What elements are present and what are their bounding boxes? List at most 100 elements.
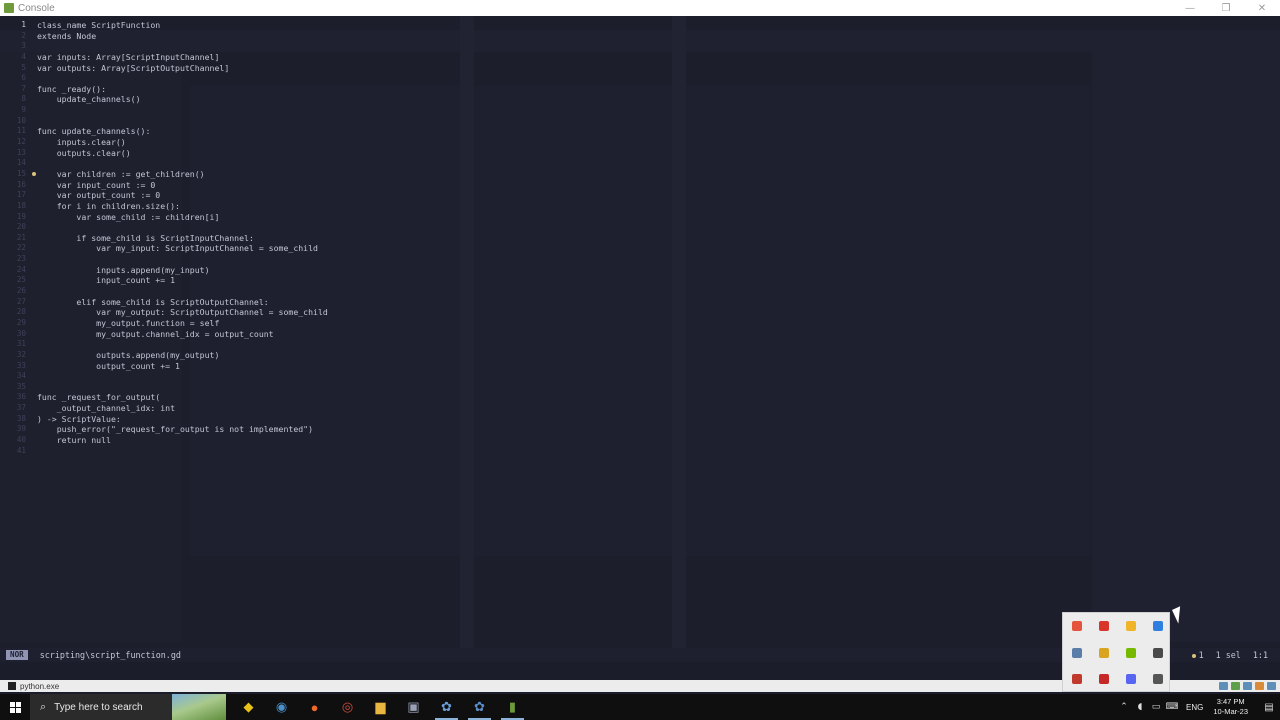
console-icon[interactable]: ▮ — [496, 694, 529, 720]
code-line[interactable]: 17 var output_count := 0 — [0, 190, 460, 201]
code-line[interactable]: 19 var some_child := children[i] — [0, 212, 460, 223]
taskbar-search[interactable]: ⌕ Type here to search — [30, 694, 226, 720]
code-line[interactable]: 13 outputs.clear() — [0, 148, 460, 159]
code-line[interactable]: 32 outputs.append(my_output) — [0, 350, 460, 361]
code-line[interactable]: 27 elif some_child is ScriptOutputChanne… — [0, 297, 460, 308]
code-line[interactable]: 20 — [0, 222, 460, 233]
code-line[interactable]: 16 var input_count := 0 — [0, 180, 460, 191]
code-line[interactable]: 39 push_error("_request_for_output is no… — [0, 424, 460, 435]
line-number: 7 — [21, 83, 26, 93]
close-button[interactable]: ✕ — [1244, 0, 1280, 16]
tray-mini-icon — [1243, 682, 1252, 690]
code-line[interactable]: 38) -> ScriptValue: — [0, 414, 460, 425]
network-drive-icon[interactable] — [1063, 640, 1090, 667]
settings-tray-icon[interactable] — [1144, 666, 1171, 693]
code-line[interactable]: 30 my_output.channel_idx = output_count — [0, 329, 460, 340]
keyboard-icon[interactable]: ⌨ — [1164, 702, 1180, 712]
code-line[interactable]: 1 class_name ScriptFunction — [0, 20, 460, 31]
volume-icon[interactable]: ◖ — [1132, 702, 1148, 712]
code-lines[interactable]: 1 class_name ScriptFunction 2 extends Node 3… — [0, 20, 460, 456]
code-line[interactable]: 10 — [0, 116, 460, 127]
code-line[interactable]: 11 func update_channels(): — [0, 126, 460, 137]
code-line[interactable]: 24 inputs.append(my_input) — [0, 265, 460, 276]
line-number: 30 — [16, 328, 26, 338]
maximize-button[interactable]: ❐ — [1208, 0, 1244, 16]
code-line[interactable]: 9 — [0, 105, 460, 116]
chevron-up-icon[interactable]: ⌃ — [1116, 702, 1132, 712]
clock[interactable]: 3:47 PM 10-Mar-23 — [1213, 697, 1248, 717]
start-button[interactable] — [0, 694, 30, 720]
folder-icon[interactable]: ▆ — [364, 694, 397, 720]
notification-icon[interactable]: ▤ — [1258, 694, 1280, 720]
code-line[interactable]: 21 if some_child is ScriptInputChannel: — [0, 233, 460, 244]
code-line[interactable]: 2 extends Node — [0, 31, 460, 42]
code-line[interactable]: 3 — [0, 41, 460, 52]
calendar-icon[interactable] — [1063, 666, 1090, 693]
code-line[interactable]: 23 — [0, 254, 460, 265]
code-line[interactable]: 37 _output_channel_idx: int — [0, 403, 460, 414]
diagnostic-marker — [30, 435, 37, 446]
code-text: inputs.clear() — [37, 137, 126, 148]
diagnostic-marker — [30, 318, 37, 329]
code-line[interactable]: 8 update_channels() — [0, 94, 460, 105]
network-icon[interactable]: ▭ — [1148, 702, 1164, 712]
code-editor[interactable]: 1 class_name ScriptFunction 2 extends Node 3… — [0, 16, 1280, 648]
code-line[interactable]: 29 my_output.function = self — [0, 318, 460, 329]
chrome-tray-icon[interactable] — [1117, 613, 1144, 640]
language-indicator[interactable]: ENG — [1186, 703, 1203, 712]
tray-overflow-popup — [1062, 612, 1170, 692]
line-number: 21 — [16, 232, 26, 242]
window-controls: — ❐ ✕ — [1172, 0, 1280, 16]
code-line[interactable]: 15 var children := get_children() — [0, 169, 460, 180]
folder-sync-icon[interactable] — [1090, 640, 1117, 667]
minimize-button[interactable]: — — [1172, 0, 1208, 16]
code-line[interactable]: 6 — [0, 73, 460, 84]
code-line[interactable]: 36 func _request_for_output( — [0, 392, 460, 403]
code-line[interactable]: 5 var outputs: Array[ScriptOutputChannel] — [0, 63, 460, 74]
code-line[interactable]: 31 — [0, 339, 460, 350]
code-line[interactable]: 40 return null — [0, 435, 460, 446]
explorer-icon[interactable]: ◆ — [232, 694, 265, 720]
red-app-icon[interactable] — [1090, 666, 1117, 693]
code-line[interactable]: 4 var inputs: Array[ScriptInputChannel] — [0, 52, 460, 63]
godot-icon-2[interactable]: ✿ — [463, 694, 496, 720]
code-text: var outputs: Array[ScriptOutputChannel] — [37, 62, 230, 73]
line-number: 5 — [21, 62, 26, 72]
chrome-icon[interactable]: ◎ — [331, 694, 364, 720]
code-line[interactable]: 14 — [0, 158, 460, 169]
line-number: 14 — [16, 158, 26, 168]
code-line[interactable]: 12 inputs.clear() — [0, 137, 460, 148]
pane-divider — [460, 16, 474, 648]
code-line[interactable]: 25 input_count += 1 — [0, 275, 460, 286]
line-number: 26 — [16, 286, 26, 296]
process-name[interactable]: python.exe — [20, 682, 59, 691]
steam-icon[interactable]: ◉ — [265, 694, 298, 720]
security-icon[interactable] — [1063, 613, 1090, 640]
line-number: 36 — [16, 392, 26, 402]
code-line[interactable]: 34 — [0, 371, 460, 382]
code-line[interactable]: 22 var my_input: ScriptInputChannel = so… — [0, 243, 460, 254]
tray-mini-icon — [1267, 682, 1276, 690]
code-line[interactable]: 35 — [0, 382, 460, 393]
diagnostic-marker — [30, 297, 37, 308]
code-line[interactable]: 33 output_count += 1 — [0, 361, 460, 372]
bluetooth-icon[interactable] — [1144, 613, 1171, 640]
discord-icon[interactable] — [1117, 666, 1144, 693]
line-number: 6 — [21, 73, 26, 83]
firefox-icon[interactable]: ● — [298, 694, 331, 720]
godot-icon[interactable]: ✿ — [430, 694, 463, 720]
code-line[interactable]: 7 func _ready(): — [0, 84, 460, 95]
file-path: scripting\script_function.gd — [39, 650, 181, 660]
line-number: 32 — [16, 349, 26, 359]
usb-icon[interactable] — [1144, 640, 1171, 667]
diagnostic-marker — [30, 190, 37, 201]
code-line[interactable]: 18 for i in children.size(): — [0, 201, 460, 212]
terminal-icon[interactable]: ▣ — [397, 694, 430, 720]
code-line[interactable]: 26 — [0, 286, 460, 297]
code-line[interactable]: 28 var my_output: ScriptOutputChannel = … — [0, 307, 460, 318]
code-text: elif some_child is ScriptOutputChannel: — [37, 296, 269, 307]
shield-icon[interactable] — [1090, 613, 1117, 640]
code-line[interactable]: 41 — [0, 446, 460, 457]
line-number: 4 — [21, 51, 26, 61]
nvidia-icon[interactable] — [1117, 640, 1144, 667]
